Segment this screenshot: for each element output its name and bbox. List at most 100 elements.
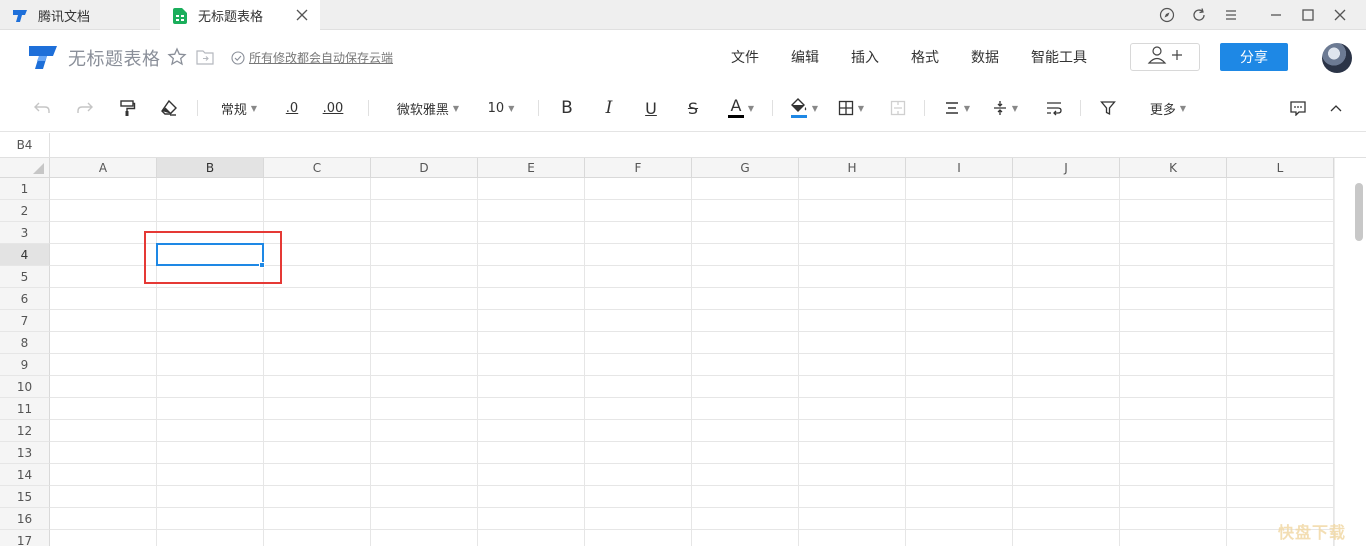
- column-header[interactable]: H: [799, 158, 906, 178]
- row-header[interactable]: 17: [0, 530, 50, 546]
- row-header[interactable]: 10: [0, 376, 50, 398]
- minimize-icon[interactable]: [1259, 0, 1293, 30]
- more-tools-button[interactable]: 更多 ▼: [1144, 96, 1192, 120]
- font-color-button[interactable]: A ▼: [724, 96, 758, 120]
- row-header[interactable]: 8: [0, 332, 50, 354]
- bold-button[interactable]: B: [556, 96, 578, 120]
- italic-button[interactable]: I: [598, 96, 620, 120]
- maximize-icon[interactable]: [1291, 0, 1325, 30]
- wrap-text-icon[interactable]: [1042, 96, 1066, 120]
- hamburger-menu-icon[interactable]: [1214, 0, 1248, 30]
- number-format-select[interactable]: 常规 ▼: [214, 96, 264, 120]
- redo-icon[interactable]: [73, 96, 97, 120]
- vertical-align-icon: [993, 101, 1006, 115]
- column-header[interactable]: D: [371, 158, 478, 178]
- row-header[interactable]: 1: [0, 178, 50, 200]
- share-button[interactable]: 分享: [1220, 43, 1288, 71]
- save-status-text[interactable]: 所有修改都会自动保存云端: [249, 49, 393, 66]
- menu-edit[interactable]: 编辑: [791, 47, 819, 67]
- column-header[interactable]: K: [1120, 158, 1227, 178]
- document-title[interactable]: 无标题表格: [68, 45, 161, 71]
- menu-insert[interactable]: 插入: [851, 47, 879, 67]
- tab-tencent-docs[interactable]: 腾讯文档: [0, 0, 160, 30]
- star-icon[interactable]: [167, 47, 187, 67]
- borders-button[interactable]: ▼: [834, 96, 868, 120]
- fill-color-button[interactable]: ▼: [786, 96, 822, 120]
- row-header[interactable]: 7: [0, 310, 50, 332]
- column-header[interactable]: E: [478, 158, 585, 178]
- font-size-select[interactable]: 10 ▼: [484, 96, 518, 120]
- increase-decimal-button[interactable]: .00: [318, 96, 348, 120]
- row-header[interactable]: 16: [0, 508, 50, 530]
- filter-icon[interactable]: [1096, 96, 1120, 120]
- horizontal-align-button[interactable]: ▼: [940, 96, 974, 120]
- menu-format[interactable]: 格式: [911, 47, 939, 67]
- number-format-label: 常规: [220, 102, 247, 118]
- row-header[interactable]: 15: [0, 486, 50, 508]
- column-header[interactable]: I: [906, 158, 1013, 178]
- caret-down-icon: ▼: [811, 103, 819, 113]
- column-header[interactable]: A: [50, 158, 157, 178]
- tab-untitled-sheet[interactable]: 无标题表格: [160, 0, 320, 31]
- row-header[interactable]: 9: [0, 354, 50, 376]
- strikethrough-button[interactable]: S: [682, 96, 704, 120]
- undo-icon[interactable]: [30, 96, 54, 120]
- column-header[interactable]: J: [1013, 158, 1120, 178]
- collapse-toolbar-icon[interactable]: [1324, 96, 1348, 120]
- close-tab-icon[interactable]: [294, 7, 310, 23]
- column-header[interactable]: C: [264, 158, 371, 178]
- row-header[interactable]: 3: [0, 222, 50, 244]
- comment-icon[interactable]: [1286, 96, 1310, 120]
- column-gridline: [1226, 178, 1227, 546]
- user-avatar[interactable]: [1322, 43, 1352, 73]
- row-header[interactable]: 13: [0, 442, 50, 464]
- vertical-scrollbar-thumb[interactable]: [1355, 183, 1363, 241]
- column-gridline: [691, 178, 692, 546]
- row-header[interactable]: 14: [0, 464, 50, 486]
- font-color-swatch: [727, 115, 744, 118]
- menu-data[interactable]: 数据: [971, 47, 999, 67]
- formula-bar: B4: [0, 133, 1366, 158]
- refresh-icon[interactable]: [1182, 0, 1216, 30]
- menu-file[interactable]: 文件: [731, 47, 759, 67]
- row-gridline: [50, 463, 1334, 464]
- folder-move-icon[interactable]: [195, 48, 215, 66]
- compass-icon[interactable]: [1150, 0, 1184, 30]
- tencent-docs-logo-icon: [12, 7, 28, 23]
- close-window-icon[interactable]: [1323, 0, 1357, 30]
- select-all-corner[interactable]: [0, 158, 50, 178]
- saved-check-icon: [231, 50, 245, 65]
- tencent-docs-logo-icon[interactable]: [28, 44, 58, 70]
- column-header[interactable]: G: [692, 158, 799, 178]
- caret-down-icon: ▼: [1179, 103, 1187, 113]
- row-gridline: [50, 375, 1334, 376]
- row-gridline: [50, 221, 1334, 222]
- row-header[interactable]: 6: [0, 288, 50, 310]
- font-family-select[interactable]: 微软雅黑 ▼: [390, 96, 466, 120]
- annotation-highlight-box: [144, 231, 282, 284]
- row-gridline: [50, 199, 1334, 200]
- column-header[interactable]: L: [1227, 158, 1334, 178]
- column-header[interactable]: B: [157, 158, 264, 178]
- tab-label: 腾讯文档: [38, 9, 91, 25]
- row-header[interactable]: 4: [0, 244, 50, 266]
- invite-collaborator-button[interactable]: [1130, 43, 1200, 71]
- watermark-text: 快盘下载: [1278, 523, 1347, 542]
- eraser-icon[interactable]: [157, 96, 181, 120]
- caret-down-icon: ▼: [857, 103, 865, 113]
- merge-cells-icon[interactable]: [886, 96, 910, 120]
- row-header[interactable]: 2: [0, 200, 50, 222]
- font-family-label: 微软雅黑: [396, 102, 449, 118]
- row-header[interactable]: 5: [0, 266, 50, 288]
- decrease-decimal-button[interactable]: .0: [280, 96, 304, 120]
- spreadsheet-grid[interactable]: A B C D E F G H I J K L 1 2 3 4 5 6 7 8 9 10 11 12 13 14 15 16 17: [0, 158, 1366, 546]
- vertical-align-button[interactable]: ▼: [988, 96, 1022, 120]
- menu-smart-tools[interactable]: 智能工具: [1031, 47, 1087, 67]
- row-header[interactable]: 11: [0, 398, 50, 420]
- row-header[interactable]: 12: [0, 420, 50, 442]
- format-painter-icon[interactable]: [115, 96, 139, 120]
- column-gridline: [1333, 178, 1334, 546]
- underline-button[interactable]: U: [640, 96, 662, 120]
- cell-name-box[interactable]: B4: [0, 133, 50, 157]
- column-header[interactable]: F: [585, 158, 692, 178]
